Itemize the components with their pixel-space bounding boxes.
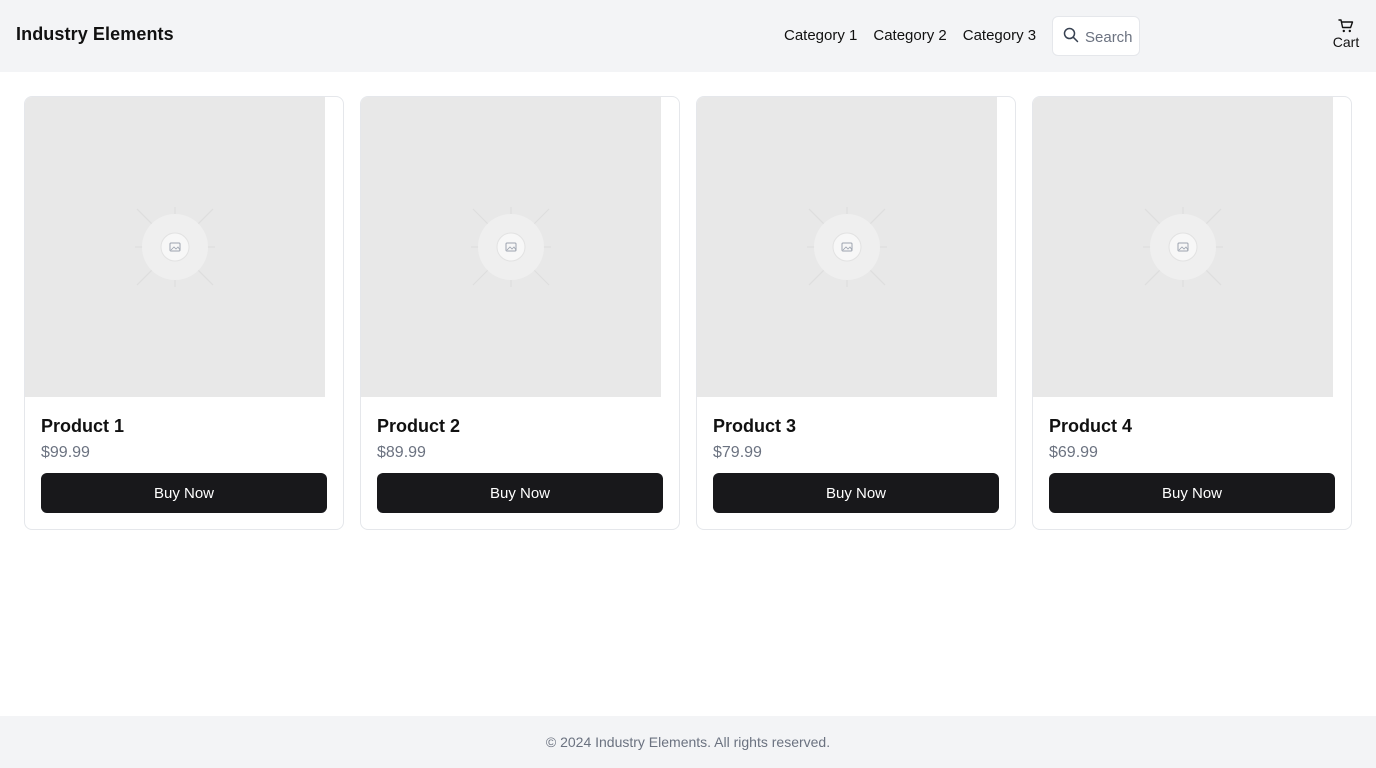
nav-link-category-3[interactable]: Category 3 <box>963 26 1036 46</box>
product-price: $79.99 <box>713 444 762 461</box>
search-box <box>1052 16 1140 56</box>
product-image-placeholder <box>25 97 325 397</box>
buy-now-button[interactable]: Buy Now <box>1049 473 1335 513</box>
site-footer: © 2024 Industry Elements. All rights res… <box>0 716 1376 768</box>
image-placeholder-icon <box>807 207 887 287</box>
product-price: $99.99 <box>41 444 90 461</box>
product-card: Product 2 $89.99 Buy Now <box>360 96 680 530</box>
product-name: Product 1 <box>41 416 125 436</box>
site-header: Industry Elements Category 1 Category 2 … <box>0 0 1376 72</box>
nav-link-category-1[interactable]: Category 1 <box>784 26 857 46</box>
product-name: Product 4 <box>1049 416 1133 436</box>
product-card: Product 3 $79.99 Buy Now <box>696 96 1016 530</box>
buy-now-button[interactable]: Buy Now <box>713 473 999 513</box>
product-name: Product 3 <box>713 416 797 436</box>
brand-logo-text[interactable]: Industry Elements <box>16 24 174 45</box>
product-image-placeholder <box>697 97 997 397</box>
product-price: $89.99 <box>377 444 426 461</box>
product-image-placeholder <box>1033 97 1333 397</box>
product-grid: Product 1 $99.99 Buy Now Product 2 $89.9… <box>24 96 1352 530</box>
product-image-placeholder <box>361 97 661 397</box>
nav-link-category-2[interactable]: Category 2 <box>873 26 946 46</box>
shopping-cart-icon <box>1338 19 1354 33</box>
product-name: Product 2 <box>377 416 461 436</box>
search-icon <box>1063 27 1079 43</box>
image-placeholder-icon <box>135 207 215 287</box>
buy-now-button[interactable]: Buy Now <box>41 473 327 513</box>
search-input[interactable] <box>1085 26 1135 48</box>
product-card: Product 4 $69.99 Buy Now <box>1032 96 1352 530</box>
cart-button[interactable]: Cart <box>1326 16 1366 56</box>
product-price: $69.99 <box>1049 444 1098 461</box>
product-card: Product 1 $99.99 Buy Now <box>24 96 344 530</box>
buy-now-button[interactable]: Buy Now <box>377 473 663 513</box>
image-placeholder-icon <box>471 207 551 287</box>
copyright-text: © 2024 Industry Elements. All rights res… <box>545 734 831 750</box>
cart-label: Cart <box>1332 34 1360 50</box>
category-nav: Category 1 Category 2 Category 3 <box>784 26 1036 46</box>
image-placeholder-icon <box>1143 207 1223 287</box>
